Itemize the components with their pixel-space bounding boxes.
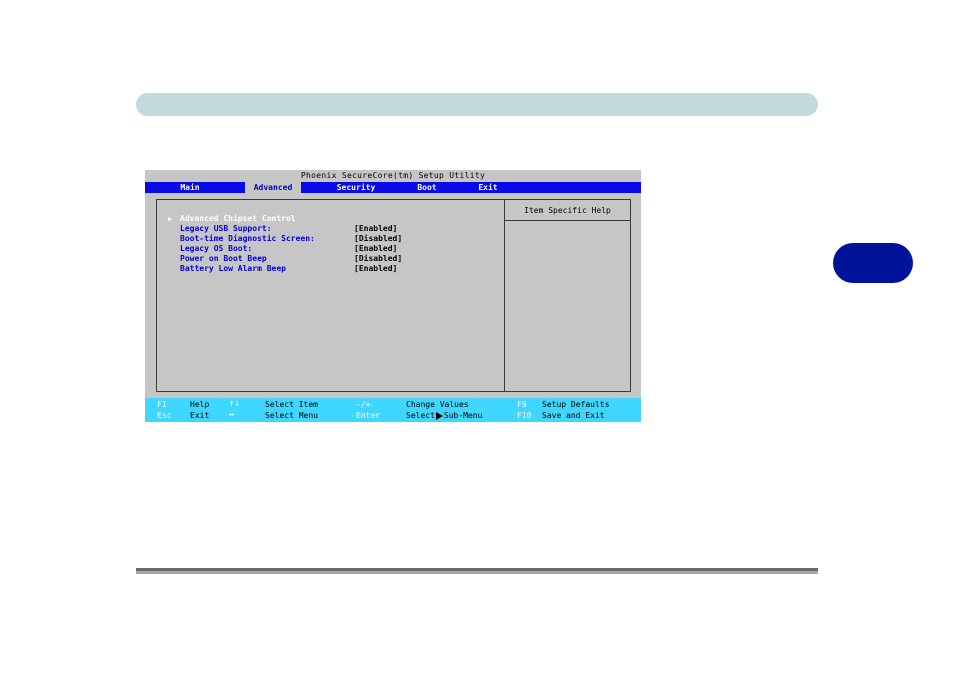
key-f9-desc: Setup Defaults [542, 400, 610, 409]
page-header-band [136, 93, 818, 116]
key-esc-desc: Exit [190, 411, 210, 420]
chapter-tab [833, 243, 913, 283]
tab-exit[interactable]: Exit [471, 182, 505, 193]
key-f1: F1 [157, 400, 167, 409]
submenu-triangle-icon [435, 411, 443, 420]
setting-value[interactable]: [Disabled] [354, 234, 402, 244]
submenu-advanced-chipset-control[interactable]: ▶ Advanced Chipset Control [168, 214, 296, 224]
setting-legacy-usb-support[interactable]: Legacy USB Support: [Enabled] [180, 224, 397, 234]
window-title: Phoenix SecureCore(tm) Setup Utility [145, 170, 641, 181]
key-legend-bar: F1 Help ↑↓ Select Item -/+ Change Values… [145, 398, 641, 422]
menu-bar: Main Advanced Security Boot Exit [145, 182, 641, 193]
item-help-panel: Item Specific Help [504, 199, 631, 392]
key-minus-plus-desc: Change Values [406, 400, 469, 409]
key-enter-desc-suffix: Sub-Menu [443, 411, 483, 420]
key-f10: F10 [517, 411, 532, 420]
key-enter: Enter [356, 411, 381, 420]
key-updown-desc: Select Item [265, 400, 318, 409]
setting-label: Power on Boot Beep [180, 254, 267, 263]
key-enter-desc: Select Sub-Menu [406, 410, 482, 421]
setting-label: Battery Low Alarm Beep [180, 264, 286, 273]
submenu-arrow-icon: ▶ [168, 215, 173, 223]
tab-advanced[interactable]: Advanced [245, 182, 301, 193]
setting-value[interactable]: [Enabled] [354, 224, 397, 234]
left-right-arrow-icon: ↔ [229, 410, 235, 420]
submenu-label: Advanced Chipset Control [180, 214, 296, 223]
setting-legacy-os-boot[interactable]: Legacy OS Boot: [Enabled] [180, 244, 397, 254]
tab-boot[interactable]: Boot [408, 182, 446, 193]
key-f9: F9 [517, 400, 527, 409]
key-f10-desc: Save and Exit [542, 411, 605, 420]
settings-panel: ▶ Advanced Chipset Control Legacy USB Sup… [156, 199, 505, 392]
setting-boot-time-diagnostic-screen[interactable]: Boot-time Diagnostic Screen: [Disabled] [180, 234, 402, 244]
key-esc: Esc [157, 411, 172, 420]
bios-setup-window: Phoenix SecureCore(tm) Setup Utility Mai… [145, 170, 641, 422]
setting-label: Boot-time Diagnostic Screen: [180, 234, 315, 243]
setting-value[interactable]: [Disabled] [354, 254, 402, 264]
key-enter-desc-prefix: Select [406, 411, 435, 420]
up-down-arrow-icon: ↑↓ [229, 399, 240, 409]
key-leftright-desc: Select Menu [265, 411, 318, 420]
key-f1-desc: Help [190, 400, 210, 409]
tab-main[interactable]: Main [167, 182, 213, 193]
footer-rule [136, 568, 818, 574]
setting-value[interactable]: [Enabled] [354, 264, 397, 274]
tab-security[interactable]: Security [328, 182, 384, 193]
setting-power-on-boot-beep[interactable]: Power on Boot Beep [Disabled] [180, 254, 402, 264]
setting-value[interactable]: [Enabled] [354, 244, 397, 254]
setting-label: Legacy OS Boot: [180, 244, 253, 253]
setting-battery-low-alarm-beep[interactable]: Battery Low Alarm Beep [Enabled] [180, 264, 397, 274]
key-minus-plus: -/+ [356, 400, 371, 409]
help-title: Item Specific Help [505, 200, 630, 221]
setting-label: Legacy USB Support: [180, 224, 272, 233]
